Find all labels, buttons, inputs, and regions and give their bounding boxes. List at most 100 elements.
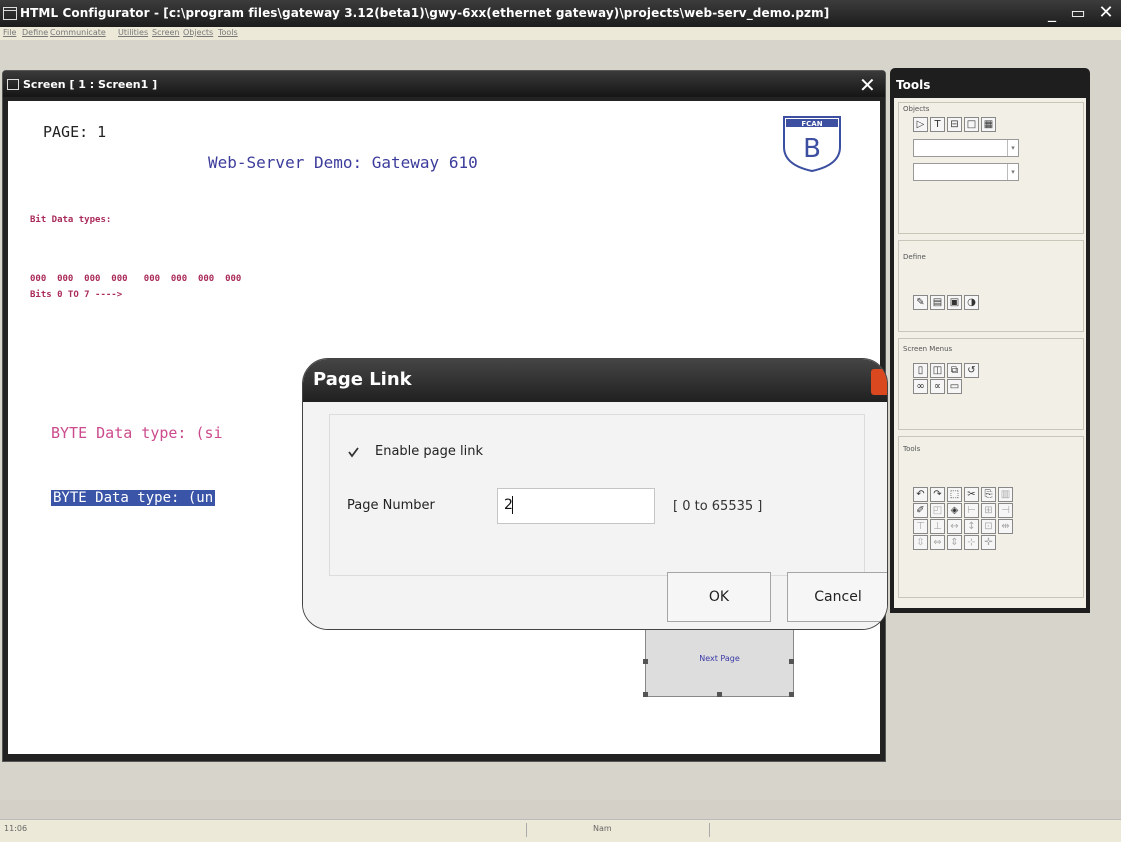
define-label: Define (903, 253, 926, 261)
minimize-button[interactable]: _ (1042, 3, 1062, 23)
page-number-input[interactable]: 2 (497, 488, 655, 524)
link-icon[interactable]: ∞ (913, 379, 928, 394)
bit-values[interactable]: 000 000 000 000 000 000 000 000 (30, 274, 241, 284)
resize-handle[interactable] (789, 692, 794, 697)
svg-text:B: B (803, 134, 821, 164)
space-horizontal-icon[interactable]: ⇹ (998, 519, 1013, 534)
objects-group: Objects ▷ T ⊟ □ ▦ ▾ ▾ (898, 102, 1084, 234)
page-heading: Web-Server Demo: Gateway 610 (208, 153, 478, 172)
logo[interactable]: FCAN B (780, 113, 844, 173)
undo-icon[interactable]: ↶ (913, 487, 928, 502)
rectangle-icon[interactable]: □ (964, 117, 979, 132)
edit-screen-icon[interactable]: ↺ (964, 363, 979, 378)
same-size-icon[interactable]: ⊡ (981, 519, 996, 534)
menu-objects[interactable]: Objects (183, 28, 213, 37)
pointer-icon[interactable]: ▷ (913, 117, 928, 132)
page-number-range-hint: [ 0 to 65535 ] (673, 499, 763, 514)
menu-tools[interactable]: Tools (218, 28, 238, 37)
ok-button[interactable]: OK (667, 572, 771, 622)
open-folder-icon[interactable]: ▤ (930, 295, 945, 310)
status-bar: 11:06 Nam (0, 819, 1121, 842)
select-icon[interactable]: ⬚ (947, 487, 962, 502)
unlink-icon[interactable]: ∝ (930, 379, 945, 394)
maximize-button[interactable]: ▭ (1068, 3, 1088, 23)
svg-text:FCAN: FCAN (801, 120, 822, 128)
snap-icon[interactable]: ✛ (981, 535, 996, 550)
screen-menus-group: Screen Menus ▯ ◫ ⧉ ↺ ∞ ∝ ▭ (898, 338, 1084, 430)
cut-icon[interactable]: ✂ (964, 487, 979, 502)
save-icon[interactable]: ▣ (947, 295, 962, 310)
align-bottom-icon[interactable]: ⊥ (930, 519, 945, 534)
page-label: PAGE: 1 (43, 123, 107, 141)
pen-icon[interactable]: ✐ (913, 503, 928, 518)
image-icon[interactable]: ▦ (981, 117, 996, 132)
resize-handle[interactable] (789, 659, 794, 664)
dialog-body: Enable page link Page Number 2 [ 0 to 65… (303, 402, 887, 629)
same-width-icon[interactable]: ↔ (947, 519, 962, 534)
button-icon[interactable]: ⊟ (947, 117, 962, 132)
screen-window-title: Screen [ 1 : Screen1 ] (23, 78, 158, 91)
dialog-header: Page Link (303, 359, 887, 402)
status-left: 11:06 (4, 824, 28, 833)
page-number-label: Page Number (347, 498, 435, 513)
screen-icon (7, 79, 19, 90)
define-wizard-icon[interactable]: ✎ (913, 295, 928, 310)
menu-define[interactable]: Define (22, 28, 48, 37)
close-button[interactable]: ✕ (1096, 3, 1116, 23)
checkmark-icon (348, 447, 359, 458)
chevron-down-icon: ▾ (1007, 140, 1018, 156)
next-page-button[interactable]: Next Page (643, 627, 794, 697)
same-height-icon[interactable]: ↕ (964, 519, 979, 534)
space-vertical-icon[interactable]: ⇳ (913, 535, 928, 550)
screen-window-header: Screen [ 1 : Screen1 ] ✕ (3, 71, 885, 97)
objects-label: Objects (903, 105, 930, 113)
align-center-icon[interactable]: ⊞ (981, 503, 996, 518)
bits-range-label: Bits 0 TO 7 ----> (30, 290, 123, 300)
copy-icon[interactable]: ⎘ (981, 487, 996, 502)
layers-icon[interactable]: ◈ (947, 503, 962, 518)
objects-combo-2[interactable]: ▾ (913, 163, 1019, 181)
screen-props-icon[interactable]: ◫ (930, 363, 945, 378)
redo-icon[interactable]: ↷ (930, 487, 945, 502)
enable-page-link-checkbox[interactable] (347, 444, 360, 458)
copy-screen-icon[interactable]: ⧉ (947, 363, 962, 378)
screen-close-icon[interactable]: ✕ (859, 73, 876, 97)
new-screen-icon[interactable]: ▯ (913, 363, 928, 378)
byte-unsigned-label[interactable]: BYTE Data type: (un (51, 490, 216, 506)
text-caret (512, 496, 513, 514)
center-h-icon[interactable]: ⇔ (930, 535, 945, 550)
menu-screen[interactable]: Screen (152, 28, 180, 37)
chevron-down-icon: ▾ (1007, 164, 1018, 180)
text-icon[interactable]: T (930, 117, 945, 132)
menu-utilities[interactable]: Utilities (118, 28, 148, 37)
objects-combo-1[interactable]: ▾ (913, 139, 1019, 157)
tools-panel: Tools Objects ▷ T ⊟ □ ▦ ▾ ▾ Define ✎ ▤ ▣… (890, 68, 1090, 613)
page-link-dialog: Page Link Enable page link Page Number 2… (302, 358, 888, 630)
tools-panel-title: Tools (896, 78, 931, 92)
title-bar: HTML Configurator - [c:\program files\ga… (0, 0, 1121, 27)
align-left-icon[interactable]: ⊢ (964, 503, 979, 518)
grid-icon[interactable]: ⊹ (964, 535, 979, 550)
resize-handle[interactable] (643, 659, 648, 664)
dialog-close-icon[interactable] (871, 369, 887, 395)
paste-icon[interactable]: ▥ (998, 487, 1013, 502)
resize-handle[interactable] (643, 692, 648, 697)
define-group: Define ✎ ▤ ▣ ◑ (898, 240, 1084, 332)
align-right-icon[interactable]: ⊣ (998, 503, 1013, 518)
screen-menus-label: Screen Menus (903, 345, 953, 353)
frame-icon[interactable]: ▭ (947, 379, 962, 394)
menu-file[interactable]: File (3, 28, 16, 37)
center-v-icon[interactable]: ⇕ (947, 535, 962, 550)
align-top-icon[interactable]: ⊤ (913, 519, 928, 534)
status-panel: Nam (526, 823, 710, 837)
preview-icon[interactable]: ◑ (964, 295, 979, 310)
status-mid: Nam (593, 824, 612, 833)
menu-communicate[interactable]: Communicate (50, 28, 106, 37)
resize-handle[interactable] (717, 692, 722, 697)
window-title: HTML Configurator - [c:\program files\ga… (20, 6, 830, 20)
app-icon (3, 7, 17, 20)
cancel-button[interactable]: Cancel (787, 572, 887, 622)
enable-page-link-label: Enable page link (375, 444, 484, 459)
bring-front-icon[interactable]: ◰ (930, 503, 945, 518)
bit-types-label: Bit Data types: (30, 215, 112, 225)
